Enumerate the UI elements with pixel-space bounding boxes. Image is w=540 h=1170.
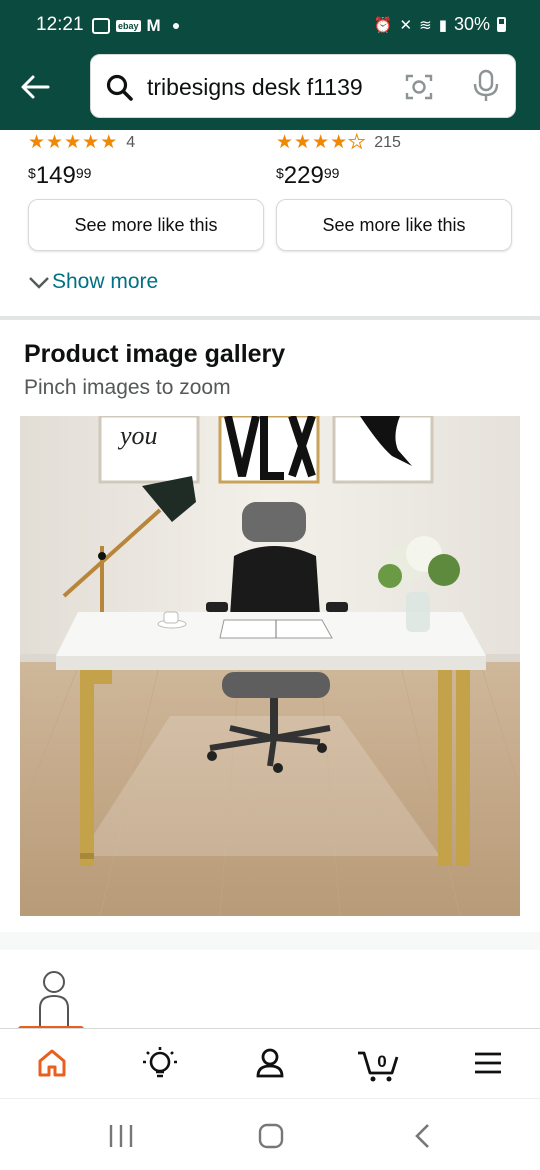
battery-percent: 30%: [453, 14, 490, 34]
recents-icon[interactable]: [106, 1121, 136, 1151]
search-icon: [106, 74, 133, 101]
nav-account[interactable]: [250, 1043, 290, 1083]
star-icon: ★: [46, 132, 64, 153]
price-whole: 149: [35, 162, 76, 189]
person-icon: [39, 971, 69, 1028]
ideas-icon: [143, 1047, 177, 1078]
half-star-icon: ★: [100, 132, 118, 153]
price-fraction: 99: [75, 165, 92, 181]
product-card[interactable]: ★ ★ ★ ★ ★ 4 $ 149 99: [28, 130, 264, 190]
battery-icon: [497, 17, 506, 32]
nav-cart[interactable]: 0: [356, 1043, 402, 1083]
nav-home[interactable]: [32, 1043, 72, 1083]
price: $ 149 99: [28, 162, 264, 190]
dot-icon: [172, 23, 179, 29]
show-more-link[interactable]: Show more: [28, 270, 158, 294]
section-gap: [0, 932, 540, 950]
star-icon: ★: [82, 132, 100, 153]
gmail-icon: M: [146, 16, 161, 35]
desk-scene-illustration: you: [20, 416, 520, 916]
account-icon: [256, 1048, 284, 1078]
star-rating: ★ ★ ★ ★ ★ 215: [276, 130, 512, 156]
price-fraction: 99: [323, 165, 340, 181]
review-count: 215: [374, 134, 401, 151]
gallery-subtitle: Pinch images to zoom: [24, 376, 231, 399]
chevron-down-icon: [29, 277, 49, 289]
bottom-navigation: 0: [0, 1028, 540, 1098]
price: $ 229 99: [276, 162, 512, 190]
home-icon: [38, 1049, 66, 1077]
signal-icon: ▮: [438, 16, 447, 34]
nav-menu[interactable]: [468, 1043, 508, 1083]
cart-count: 0: [377, 1052, 386, 1071]
cart-icon: 0: [358, 1051, 399, 1082]
gallery-title: Product image gallery: [24, 340, 286, 368]
search-header: [0, 52, 540, 130]
search-input[interactable]: [147, 69, 397, 105]
mute-icon: ✕: [399, 16, 413, 34]
star-icon: ★: [330, 132, 348, 153]
back-icon[interactable]: [408, 1121, 438, 1151]
price-symbol: $: [28, 165, 36, 181]
system-status-icons: ⏰ ✕ ≋ ▮ 30%: [374, 14, 506, 35]
section-divider: [0, 316, 540, 320]
status-bar: 12:21 ebay M ⏰ ✕ ≋ ▮ 30%: [0, 0, 540, 52]
star-icon: ★: [294, 132, 312, 153]
menu-icon: [475, 1052, 501, 1074]
star-rating: ★ ★ ★ ★ ★ 4: [28, 130, 264, 156]
star-icon: ★: [276, 132, 294, 153]
wifi-icon: ≋: [419, 16, 432, 34]
system-navigation: [0, 1098, 540, 1170]
price-whole: 229: [283, 162, 324, 189]
see-more-like-this-button[interactable]: See more like this: [276, 199, 512, 251]
next-section-preview: [0, 950, 540, 1028]
product-image[interactable]: you: [20, 416, 520, 916]
star-icon: ★: [312, 132, 330, 153]
ebay-icon: ebay: [116, 20, 141, 32]
camera-search-icon[interactable]: [403, 71, 435, 103]
alarm-icon: ⏰: [373, 16, 393, 34]
wall-art-text: you: [117, 421, 158, 450]
nav-ideas[interactable]: [140, 1043, 180, 1083]
see-more-like-this-button[interactable]: See more like this: [28, 199, 264, 251]
star-icon: ★: [64, 132, 82, 153]
show-more-label: Show more: [52, 270, 159, 293]
search-box[interactable]: [90, 54, 516, 118]
status-time: 12:21: [36, 14, 84, 35]
product-card[interactable]: ★ ★ ★ ★ ★ 215 $ 229 99: [276, 130, 512, 190]
similar-products: ★ ★ ★ ★ ★ 4 $ 149 99 ★ ★ ★ ★ ★ 215 $ 229…: [0, 130, 540, 316]
star-icon: ★: [28, 132, 46, 153]
empty-star-icon: ★: [348, 132, 366, 153]
back-arrow-icon[interactable]: [18, 70, 52, 104]
review-count: 4: [126, 134, 136, 151]
notification-icons: ebay M: [92, 16, 179, 36]
home-button-icon[interactable]: [256, 1121, 286, 1151]
microphone-icon[interactable]: [471, 69, 501, 103]
price-symbol: $: [276, 165, 284, 181]
gallery-icon: [92, 18, 110, 34]
